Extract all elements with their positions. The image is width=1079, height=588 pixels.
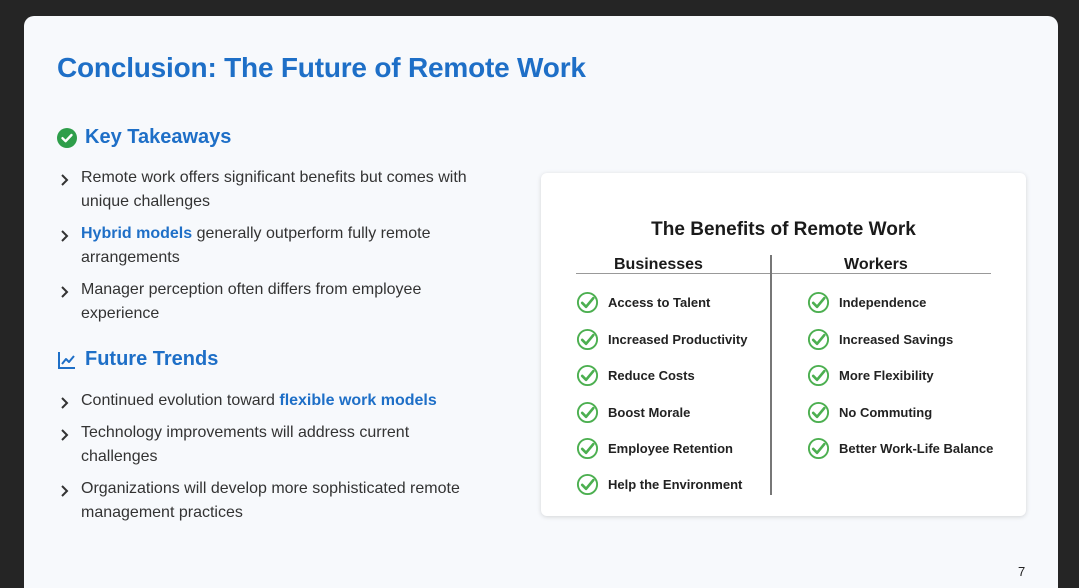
- benefit-label: Help the Environment: [608, 477, 743, 492]
- list-item-text: Continued evolution toward: [81, 392, 280, 409]
- page-title: Conclusion: The Future of Remote Work: [57, 52, 586, 83]
- list-item-highlight: flexible work models: [279, 392, 437, 409]
- benefit-label: Increased Productivity: [608, 332, 748, 347]
- list-item: Hybrid models generally outperform fully…: [57, 222, 487, 270]
- chevron-right-icon: [61, 230, 69, 242]
- column-divider: [770, 255, 772, 495]
- list-item-text: Organizations will develop more sophisti…: [81, 480, 460, 521]
- benefit-label: Employee Retention: [608, 441, 733, 456]
- list-item: Organizations will develop more sophisti…: [57, 477, 487, 525]
- businesses-benefit-item: Access to Talent: [576, 291, 710, 314]
- check-circle-outline-icon: [576, 328, 599, 351]
- workers-benefit-item: Increased Savings: [807, 328, 953, 351]
- future-trends-heading: Future Trends: [57, 348, 218, 371]
- benefit-label: Better Work-Life Balance: [839, 441, 994, 456]
- list-item: Continued evolution toward flexible work…: [57, 389, 487, 413]
- list-item-text: Technology improvements will address cur…: [81, 424, 410, 465]
- check-circle-icon: [57, 127, 77, 148]
- benefit-label: Boost Morale: [608, 405, 691, 420]
- benefit-label: Reduce Costs: [608, 368, 695, 383]
- businesses-benefit-item: Help the Environment: [576, 473, 742, 496]
- businesses-benefit-item: Employee Retention: [576, 437, 733, 460]
- check-circle-outline-icon: [576, 364, 599, 387]
- future-trends-label: Future Trends: [85, 348, 219, 370]
- benefits-card: The Benefits of Remote Work Businesses W…: [541, 173, 1026, 516]
- benefit-label: Independence: [839, 295, 927, 310]
- businesses-benefit-item: Increased Productivity: [576, 328, 747, 351]
- benefit-label: Access to Talent: [608, 295, 711, 310]
- benefit-label: More Flexibility: [839, 368, 934, 383]
- check-circle-outline-icon: [807, 328, 830, 351]
- check-circle-outline-icon: [807, 401, 830, 424]
- chevron-right-icon: [61, 485, 69, 497]
- page-number: 7: [1018, 564, 1026, 579]
- workers-benefit-item: More Flexibility: [807, 364, 934, 387]
- list-item: Manager perception often differs from em…: [57, 278, 487, 326]
- businesses-benefit-item: Boost Morale: [576, 401, 690, 424]
- list-item-text: Remote work offers significant benefits …: [81, 169, 467, 210]
- benefits-card-title: The Benefits of Remote Work: [651, 219, 916, 240]
- check-circle-outline-icon: [576, 473, 599, 496]
- chevron-right-icon: [61, 397, 69, 409]
- workers-column-heading: Workers: [844, 256, 908, 273]
- future-trends-list: Continued evolution toward flexible work…: [57, 389, 487, 533]
- list-item: Remote work offers significant benefits …: [57, 166, 487, 214]
- header-divider: [576, 273, 991, 274]
- benefit-label: Increased Savings: [839, 332, 954, 347]
- check-circle-outline-icon: [576, 291, 599, 314]
- workers-benefit-item: Better Work-Life Balance: [807, 437, 993, 460]
- trend-line-icon: [58, 351, 75, 369]
- check-circle-outline-icon: [576, 401, 599, 424]
- check-circle-outline-icon: [807, 437, 830, 460]
- key-takeaways-label: Key Takeaways: [85, 126, 232, 148]
- key-takeaways-list: Remote work offers significant benefits …: [57, 166, 487, 334]
- chevron-right-icon: [61, 286, 69, 298]
- chevron-right-icon: [61, 429, 69, 441]
- slide: Conclusion: The Future of Remote Work Ke…: [24, 16, 1058, 588]
- benefit-label: No Commuting: [839, 405, 933, 420]
- check-circle-outline-icon: [807, 291, 830, 314]
- key-takeaways-heading: Key Takeaways: [57, 126, 231, 149]
- list-item-highlight: Hybrid models: [81, 225, 193, 242]
- workers-benefit-item: No Commuting: [807, 401, 932, 424]
- list-item: Technology improvements will address cur…: [57, 421, 487, 469]
- workers-benefit-item: Independence: [807, 291, 926, 314]
- chevron-right-icon: [61, 174, 69, 186]
- list-item-text: Manager perception often differs from em…: [81, 281, 422, 322]
- check-circle-outline-icon: [576, 437, 599, 460]
- businesses-benefit-item: Reduce Costs: [576, 364, 695, 387]
- check-circle-outline-icon: [807, 364, 830, 387]
- businesses-column-heading: Businesses: [614, 256, 703, 273]
